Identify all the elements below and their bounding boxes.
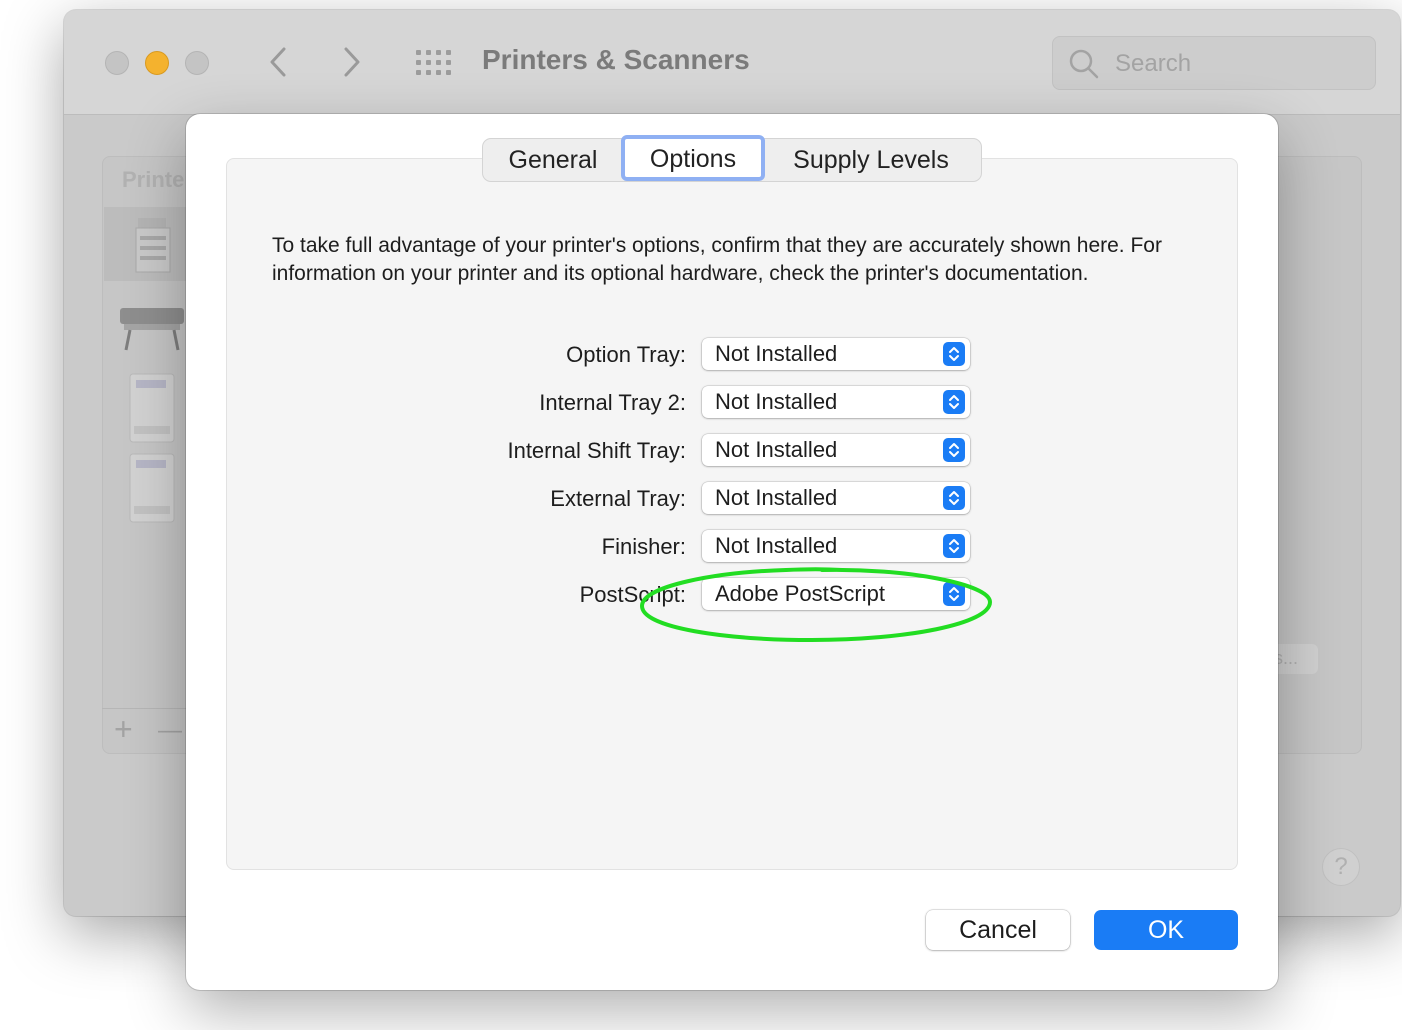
- popup-value: Not Installed: [715, 437, 838, 462]
- popup-value: Not Installed: [715, 485, 838, 510]
- option-row-postscript: PostScript: Adobe PostScript: [186, 578, 1278, 612]
- minimize-button[interactable]: [145, 51, 169, 75]
- option-label: Internal Tray 2:: [539, 390, 686, 415]
- option-label: Internal Shift Tray:: [507, 438, 686, 463]
- cancel-button[interactable]: Cancel: [926, 910, 1070, 950]
- option-row-option-tray: Option Tray: Not Installed: [186, 338, 1278, 372]
- forward-chevron-icon[interactable]: [342, 46, 362, 82]
- plotter-icon[interactable]: [118, 302, 186, 354]
- tab-supply-levels[interactable]: Supply Levels: [769, 139, 973, 181]
- titlebar: Printers & Scanners Search: [64, 10, 1400, 115]
- printer-icon[interactable]: [128, 452, 176, 524]
- finisher-popup[interactable]: Not Installed: [702, 530, 970, 562]
- internal-tray-2-popup[interactable]: Not Installed: [702, 386, 970, 418]
- add-printer-button[interactable]: +: [114, 711, 133, 748]
- popup-value: Adobe PostScript: [715, 581, 885, 606]
- popup-updown-icon: [943, 390, 965, 414]
- popup-value: Not Installed: [715, 533, 838, 558]
- option-row-finisher: Finisher: Not Installed: [186, 530, 1278, 564]
- back-chevron-icon[interactable]: [268, 46, 288, 82]
- popup-updown-icon: [943, 534, 965, 558]
- option-label: PostScript:: [579, 582, 686, 607]
- popup-updown-icon: [943, 342, 965, 366]
- grid-icon[interactable]: [416, 50, 452, 76]
- options-description: To take full advantage of your printer's…: [272, 234, 1162, 285]
- search-field[interactable]: Search: [1052, 36, 1376, 90]
- popup-value: Not Installed: [715, 341, 838, 366]
- zoom-button[interactable]: [185, 51, 209, 75]
- postscript-popup[interactable]: Adobe PostScript: [702, 578, 970, 610]
- add-remove-control: + —: [102, 708, 192, 751]
- option-label: External Tray:: [550, 486, 686, 511]
- close-button[interactable]: [105, 51, 129, 75]
- search-placeholder: Search: [1115, 50, 1192, 77]
- popup-updown-icon: [943, 582, 965, 606]
- option-row-external-tray: External Tray: Not Installed: [186, 482, 1278, 516]
- tab-options[interactable]: Options: [621, 135, 765, 181]
- popup-value: Not Installed: [715, 389, 838, 414]
- popup-updown-icon: [943, 438, 965, 462]
- internal-shift-tray-popup[interactable]: Not Installed: [702, 434, 970, 466]
- option-row-internal-shift-tray: Internal Shift Tray: Not Installed: [186, 434, 1278, 468]
- option-row-internal-tray-2: Internal Tray 2: Not Installed: [186, 386, 1278, 420]
- external-tray-popup[interactable]: Not Installed: [702, 482, 970, 514]
- tab-general[interactable]: General: [483, 139, 623, 181]
- option-tray-popup[interactable]: Not Installed: [702, 338, 970, 370]
- search-icon: [1069, 49, 1099, 79]
- remove-printer-button[interactable]: —: [158, 717, 182, 745]
- tab-bar: General Options Supply Levels: [482, 135, 982, 182]
- ok-button[interactable]: OK: [1094, 910, 1238, 950]
- printers-list-header: Printe: [122, 167, 185, 192]
- popup-updown-icon: [943, 486, 965, 510]
- printer-icon[interactable]: [128, 372, 176, 444]
- printer-options-sheet: General Options Supply Levels To take fu…: [186, 114, 1278, 990]
- option-label: Finisher:: [601, 534, 686, 559]
- help-button[interactable]: ?: [1322, 848, 1360, 886]
- printer-icon[interactable]: [134, 216, 174, 274]
- window-title: Printers & Scanners: [482, 44, 750, 75]
- option-label: Option Tray:: [566, 342, 686, 367]
